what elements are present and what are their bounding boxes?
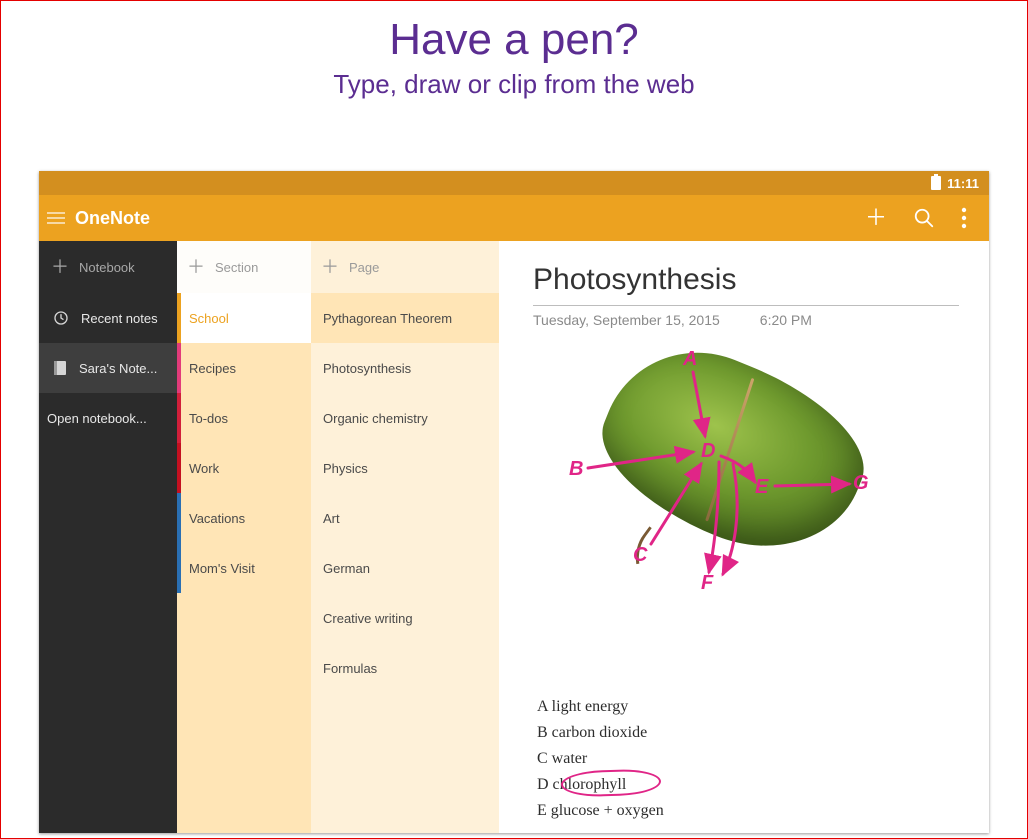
clock-icon — [53, 310, 69, 326]
notebook-icon — [53, 360, 67, 376]
page-item[interactable]: Creative writing — [311, 593, 499, 643]
add-page-button[interactable]: ＋ Page — [311, 241, 499, 293]
section-label: Work — [189, 461, 219, 476]
status-bar: 11:11 — [39, 171, 989, 195]
add-notebook-button[interactable]: ＋ Notebook — [39, 241, 177, 293]
section-color-tab — [177, 343, 181, 393]
page-label: Creative writing — [323, 611, 413, 626]
battery-icon — [931, 176, 941, 190]
page-label: Art — [323, 511, 340, 526]
page-item[interactable]: Physics — [311, 443, 499, 493]
section-item-school[interactable]: School — [177, 293, 311, 343]
sidebar-item-notebook[interactable]: Sara's Note... — [39, 343, 177, 393]
section-item-recipes[interactable]: Recipes — [177, 343, 311, 393]
section-color-tab — [177, 443, 181, 493]
note-meta: Tuesday, September 15, 2015 6:20 PM — [533, 312, 959, 328]
section-label: Vacations — [189, 511, 245, 526]
tablet-screenshot: 11:11 OneNote ＋ ＋ — [39, 171, 989, 833]
section-label: Recipes — [189, 361, 236, 376]
notebook-sidebar: ＋ Notebook Recent notes Sara's Note... — [39, 241, 177, 833]
page-item[interactable]: German — [311, 543, 499, 593]
search-icon[interactable] — [913, 207, 935, 229]
page-item[interactable]: Photosynthesis — [311, 343, 499, 393]
section-item-vacations[interactable]: Vacations — [177, 493, 311, 543]
section-color-tab — [177, 543, 181, 593]
add-notebook-label: Notebook — [79, 260, 135, 275]
ink-legend: A light energy B carbon dioxide C water … — [537, 694, 664, 824]
sections-column: ＋ Section School Recipes To-dos Wo — [177, 241, 311, 833]
legend-b: B carbon dioxide — [537, 720, 664, 746]
section-item-todos[interactable]: To-dos — [177, 393, 311, 443]
note-date: Tuesday, September 15, 2015 — [533, 312, 720, 328]
page-label: Organic chemistry — [323, 411, 428, 426]
page-item[interactable]: Organic chemistry — [311, 393, 499, 443]
notebook-label: Sara's Note... — [79, 361, 157, 376]
section-color-tab — [177, 493, 181, 543]
promo-subtitle: Type, draw or clip from the web — [1, 69, 1027, 100]
app-title: OneNote — [75, 208, 150, 229]
promo-banner: Have a pen? Type, draw or clip from the … — [1, 1, 1027, 100]
section-item-work[interactable]: Work — [177, 443, 311, 493]
section-label: School — [189, 311, 229, 326]
clock: 11:11 — [947, 176, 979, 191]
page-label: Pythagorean Theorem — [323, 311, 452, 326]
note-body[interactable]: A B C D E F G — [533, 354, 959, 823]
add-section-label: Section — [215, 260, 258, 275]
page-label: Physics — [323, 461, 368, 476]
page-label: Formulas — [323, 661, 377, 676]
page-label: German — [323, 561, 370, 576]
plus-icon: ＋ — [51, 258, 69, 276]
note-title[interactable]: Photosynthesis — [533, 263, 959, 297]
recent-label: Recent notes — [81, 311, 158, 326]
promo-title: Have a pen? — [1, 15, 1027, 65]
section-color-tab — [177, 393, 181, 443]
page-item[interactable]: Pythagorean Theorem — [311, 293, 499, 343]
open-notebook-button[interactable]: Open notebook... — [39, 393, 177, 426]
page-item[interactable]: Art — [311, 493, 499, 543]
note-time: 6:20 PM — [760, 312, 812, 328]
app-bar: OneNote ＋ — [39, 195, 989, 241]
overflow-icon[interactable] — [961, 207, 967, 229]
note-canvas[interactable]: Photosynthesis Tuesday, September 15, 20… — [499, 241, 989, 833]
section-label: Mom's Visit — [189, 561, 255, 576]
menu-icon[interactable] — [47, 212, 65, 224]
ink-arrows — [533, 354, 989, 624]
legend-e: E glucose + oxygen — [537, 798, 664, 824]
legend-c: C water — [537, 746, 664, 772]
legend-a: A light energy — [537, 694, 664, 720]
add-page-label: Page — [349, 260, 379, 275]
section-label: To-dos — [189, 411, 228, 426]
add-section-button[interactable]: ＋ Section — [177, 241, 311, 293]
section-item-moms-visit[interactable]: Mom's Visit — [177, 543, 311, 593]
page-label: Photosynthesis — [323, 361, 411, 376]
pages-column: ＋ Page Pythagorean Theorem Photosynthesi… — [311, 241, 499, 833]
add-icon[interactable]: ＋ — [865, 207, 887, 229]
sidebar-item-recent[interactable]: Recent notes — [39, 293, 177, 343]
note-divider — [533, 305, 959, 306]
plus-icon: ＋ — [187, 258, 205, 276]
section-color-tab — [177, 293, 181, 343]
plus-icon: ＋ — [321, 258, 339, 276]
page-item[interactable]: Formulas — [311, 643, 499, 693]
